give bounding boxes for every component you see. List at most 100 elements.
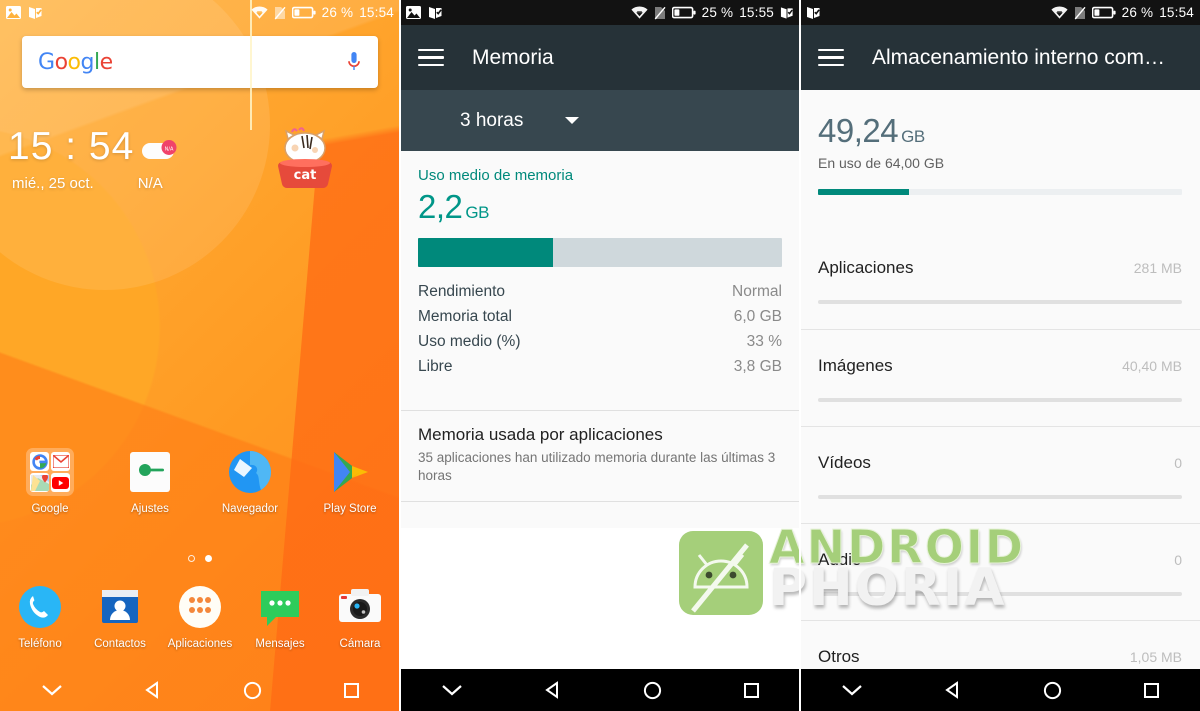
row-bar (818, 398, 1182, 402)
weather-pill-icon: N/A (142, 139, 182, 163)
recents-button-icon[interactable] (343, 682, 360, 699)
row-size: 0 (1174, 552, 1182, 568)
row-size: 40,40 MB (1122, 358, 1182, 374)
svg-text:N/A: N/A (165, 146, 174, 152)
home-page-indicator (0, 555, 400, 562)
status-clock: 15:54 (1159, 5, 1194, 20)
row-size: 1,05 MB (1129, 649, 1182, 665)
clock-widget[interactable]: 15 : 54 N/A mié., 25 oct. N/A (8, 125, 177, 192)
storage-used-value: 49,24 GB (818, 112, 925, 149)
apps-section-title: Memoria usada por aplicaciones (418, 425, 663, 444)
storage-row-aplicaciones[interactable]: Aplicaciones 281 MB (800, 232, 1200, 329)
app-update-icon (28, 6, 43, 20)
app-label: Ajustes (131, 503, 169, 515)
wifi-icon (631, 6, 648, 19)
hamburger-menu-icon[interactable] (418, 48, 444, 67)
status-bar-almacenamiento: 26 % 15:54 (800, 0, 1200, 25)
clock-date: mié., 25 oct. (12, 175, 94, 192)
row-name: Imágenes (818, 356, 893, 375)
storage-used-unit: GB (901, 127, 925, 146)
stat-value: 6,0 GB (733, 308, 782, 325)
app-telefono[interactable]: Teléfono (0, 583, 80, 650)
screenshot-icon (6, 6, 21, 19)
chevron-down-icon (565, 117, 580, 124)
row-name: Vídeos (818, 453, 871, 472)
clock-widget-subline: mié., 25 oct. N/A (8, 175, 163, 192)
weather-value: N/A (137, 175, 163, 192)
status-bar-memoria: 25 % 15:55 (400, 0, 800, 25)
row-bar (818, 495, 1182, 499)
home-button-icon[interactable] (243, 681, 262, 700)
time-range-spinner[interactable]: 3 horas (400, 90, 800, 151)
row-name: Audio (818, 550, 862, 569)
wifi-icon (251, 6, 268, 19)
memory-usage-card: Uso medio de memoria 2,2 GB Rendimiento No… (400, 151, 800, 393)
stat-key: Uso medio (%) (418, 333, 521, 350)
back-button-icon[interactable] (144, 681, 162, 699)
app-navegador[interactable]: Navegador (200, 448, 300, 515)
panel-home-screen: 26 % 15:54 Google 15 : 54 N/A mié., 25 o… (0, 0, 400, 711)
storage-usage-bar (818, 189, 1182, 195)
app-ajustes[interactable]: Ajustes (100, 448, 200, 515)
hamburger-menu-icon[interactable] (818, 48, 844, 67)
app-mensajes[interactable]: Mensajes (240, 583, 320, 650)
toolbar-memoria: Memoria (400, 25, 800, 90)
collapse-chevron-icon[interactable] (41, 683, 63, 697)
status-bar-home: 26 % 15:54 (0, 0, 400, 25)
clock-time: 15 : 54 (8, 125, 135, 168)
apps-memory-section[interactable]: Memoria usada por aplicaciones 35 aplica… (400, 410, 800, 502)
app-update-icon (806, 6, 821, 20)
status-bar-left-icons (806, 6, 821, 20)
app-label: Navegador (221, 503, 279, 515)
collapse-chevron-icon[interactable] (441, 683, 463, 697)
recents-button-icon[interactable] (1143, 682, 1160, 699)
storage-row-videos[interactable]: Vídeos 0 (800, 426, 1200, 523)
empty-content-area (400, 528, 800, 669)
memory-stats-list: Rendimiento Normal Memoria total 6,0 GB Us… (418, 279, 782, 379)
home-button-icon[interactable] (1043, 681, 1062, 700)
app-contactos[interactable]: Contactos (80, 583, 160, 650)
storage-row-audio[interactable]: Audio 0 (800, 523, 1200, 620)
home-button-icon[interactable] (643, 681, 662, 700)
app-update-icon (428, 6, 443, 20)
back-button-icon[interactable] (544, 681, 562, 699)
average-memory-value: 2,2 GB (418, 188, 489, 225)
status-clock: 15:55 (739, 5, 774, 20)
back-button-icon[interactable] (944, 681, 962, 699)
camera-icon (336, 583, 384, 631)
page-title: Almacenamiento interno com… (872, 45, 1165, 69)
section-divider-bottom (400, 501, 800, 502)
status-bar-left-icons (406, 6, 443, 20)
stat-row: Rendimiento Normal (418, 279, 782, 304)
stat-row: Libre 3,8 GB (418, 354, 782, 379)
app-update-icon-right (780, 6, 794, 20)
navigation-bar-home (0, 669, 400, 711)
status-bar-right-icons: 26 % 15:54 (251, 5, 394, 20)
app-drawer-button[interactable]: Aplicaciones (160, 583, 240, 650)
navigation-bar-memoria (400, 669, 800, 711)
section-header: Uso medio de memoria (418, 167, 574, 184)
toolbar-almacenamiento: Almacenamiento interno com… (800, 25, 1200, 90)
battery-icon (1091, 6, 1116, 19)
recents-button-icon[interactable] (743, 682, 760, 699)
page-dot-active[interactable] (205, 555, 212, 562)
row-name: Otros (818, 647, 860, 666)
microphone-icon[interactable] (346, 50, 362, 74)
messages-icon (256, 583, 304, 631)
home-app-row-1: Google Ajustes Navegador Play Store (0, 448, 400, 515)
status-bar-right-icons: 25 % 15:55 (631, 5, 794, 20)
app-drawer-icon (176, 583, 224, 631)
app-play-store[interactable]: Play Store (300, 448, 400, 515)
app-camara[interactable]: Cámara (320, 583, 400, 650)
status-clock: 15:54 (359, 5, 394, 20)
app-google-folder[interactable]: Google (0, 448, 100, 515)
storage-row-imagenes[interactable]: Imágenes 40,40 MB (800, 329, 1200, 426)
google-search-bar[interactable]: Google (22, 36, 378, 88)
page-dot[interactable] (188, 555, 195, 562)
storage-usage-bar-fill (818, 189, 909, 195)
navigation-bar-almacenamiento (800, 669, 1200, 711)
collapse-chevron-icon[interactable] (841, 683, 863, 697)
app-label: Google (31, 503, 69, 515)
battery-percent: 25 % (701, 5, 734, 20)
cat-widget[interactable]: cat (250, 0, 342, 190)
